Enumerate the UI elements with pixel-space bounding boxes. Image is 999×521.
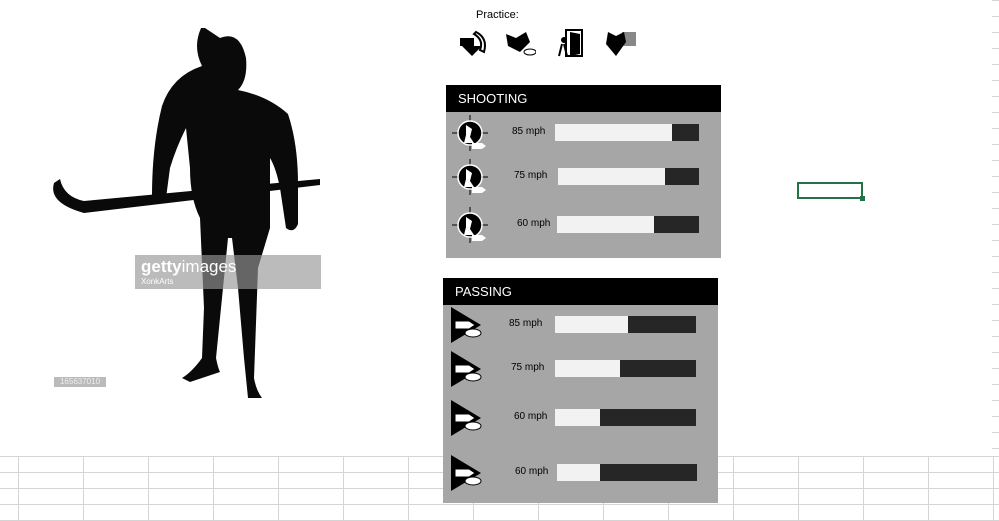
- spreadsheet-grid-edge: [992, 0, 999, 456]
- speed-bar: [555, 409, 696, 426]
- passing-row: 75 mph: [443, 349, 718, 389]
- speed-label: 85 mph: [512, 126, 546, 137]
- snapshot-icon: [452, 205, 488, 245]
- saucer-pass-icon: [449, 349, 485, 389]
- speed-label: 85 mph: [509, 318, 543, 329]
- practice-label: Practice:: [476, 9, 519, 21]
- speed-label: 60 mph: [515, 466, 549, 477]
- speed-bar-fill: [555, 409, 601, 426]
- speed-bar-fill: [557, 216, 654, 233]
- shooting-panel: SHOOTING 85 mph 75 mph 60 mph: [446, 85, 721, 258]
- speed-bar: [555, 316, 696, 333]
- speed-bar-fill: [557, 464, 601, 481]
- bank-pass-icon: [449, 398, 485, 438]
- speed-label: 75 mph: [511, 362, 545, 373]
- puck-battle-icon[interactable]: [502, 28, 536, 58]
- drop-pass-icon: [449, 453, 485, 493]
- speed-label: 60 mph: [517, 218, 551, 229]
- watermark-credit: XonkArts: [141, 277, 174, 286]
- speed-bar-fill: [555, 124, 672, 141]
- watermark: gettyimages XonkArts: [135, 255, 321, 289]
- speed-label: 60 mph: [514, 411, 548, 422]
- passing-row: 60 mph: [443, 398, 718, 438]
- speed-bar: [555, 124, 699, 141]
- selected-cell[interactable]: [797, 182, 865, 201]
- slapshot-icon: [452, 113, 488, 153]
- speed-bar-fill: [555, 316, 629, 333]
- shooting-row: 75 mph: [446, 157, 721, 197]
- hockey-player-silhouette: [53, 28, 321, 398]
- image-id: 165637010: [54, 377, 106, 387]
- shooting-title: SHOOTING: [446, 85, 721, 112]
- passing-row: 60 mph: [443, 453, 718, 493]
- shooting-row: 85 mph: [446, 113, 721, 153]
- speed-bar-fill: [558, 168, 666, 185]
- speed-bar: [557, 464, 697, 481]
- speed-bar: [558, 168, 699, 185]
- passing-title: PASSING: [443, 278, 718, 305]
- stickhandling-icon[interactable]: [458, 28, 492, 58]
- speed-label: 75 mph: [514, 170, 548, 181]
- watermark-logo: gettyimages: [141, 257, 237, 276]
- speed-bar: [557, 216, 699, 233]
- wristshot-icon: [452, 157, 488, 197]
- direct-pass-icon: [449, 305, 485, 345]
- speed-bar: [555, 360, 696, 377]
- passing-panel: PASSING 85 mph 75 mph 60 mph 60 mph: [443, 278, 718, 503]
- shooting-row: 60 mph: [446, 205, 721, 245]
- goalie-icon[interactable]: [604, 28, 638, 58]
- speed-bar-fill: [555, 360, 620, 377]
- passing-row: 85 mph: [443, 305, 718, 345]
- exit-door-icon[interactable]: [556, 28, 590, 58]
